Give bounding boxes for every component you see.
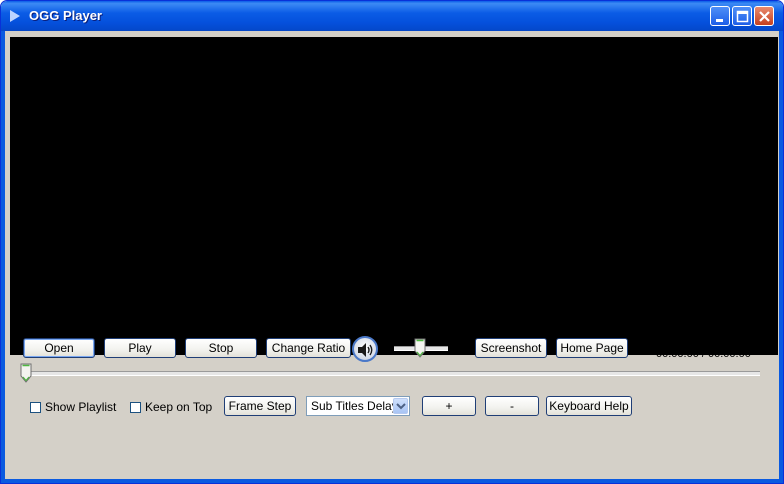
video-display[interactable] (10, 37, 778, 355)
subtitle-delay-plus-button[interactable]: + (422, 396, 476, 416)
subtitles-select[interactable]: Sub Titles Delay (306, 396, 410, 416)
player-window: OGG Player Open Play Stop Change Ratio S… (0, 0, 784, 484)
maximize-button[interactable] (732, 6, 752, 26)
time-readout: 00:00:00 / 00:00:00 (656, 348, 751, 360)
chevron-down-icon (396, 403, 406, 410)
show-playlist-label: Show Playlist (45, 400, 117, 414)
keep-on-top-label: Keep on Top (145, 400, 213, 414)
subtitles-select-value: Sub Titles Delay (311, 399, 398, 413)
frame-step-button[interactable]: Frame Step (224, 396, 296, 416)
home-page-button[interactable]: Home Page (556, 338, 628, 358)
volume-slider-thumb[interactable] (414, 338, 426, 358)
subtitle-delay-minus-button[interactable]: - (485, 396, 539, 416)
play-arrow-icon (10, 10, 20, 22)
checkbox-box[interactable] (30, 401, 41, 413)
dropdown-arrow-button[interactable] (393, 398, 408, 414)
speaker-icon (358, 343, 373, 357)
stop-button[interactable]: Stop (185, 338, 257, 358)
seek-slider-track[interactable] (26, 371, 760, 376)
close-button[interactable] (754, 6, 774, 26)
mute-button[interactable] (352, 336, 378, 362)
checkbox-box[interactable] (130, 401, 141, 413)
change-ratio-button[interactable]: Change Ratio (266, 338, 351, 358)
screenshot-button[interactable]: Screenshot (475, 338, 547, 358)
seek-slider-thumb[interactable] (20, 363, 32, 383)
minimize-button[interactable] (710, 6, 730, 26)
window-title: OGG Player (29, 8, 102, 23)
title-bar[interactable]: OGG Player (1, 1, 783, 31)
play-button[interactable]: Play (104, 338, 176, 358)
show-playlist-checkbox[interactable]: Show Playlist (30, 399, 116, 415)
minimize-icon (716, 19, 723, 22)
keyboard-help-button[interactable]: Keyboard Help (546, 396, 632, 416)
maximize-icon (736, 10, 749, 23)
close-icon (759, 11, 770, 22)
open-button[interactable]: Open (23, 338, 95, 358)
keep-on-top-checkbox[interactable]: Keep on Top (130, 399, 212, 415)
